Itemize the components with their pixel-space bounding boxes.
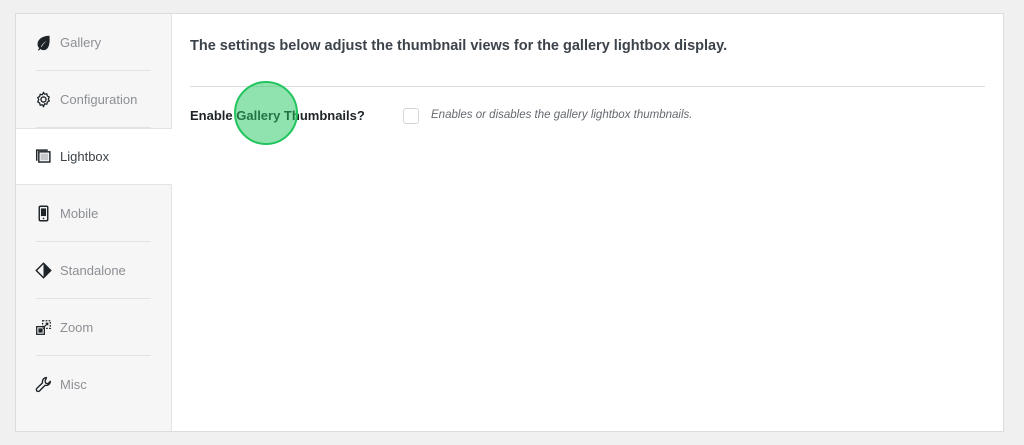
enable-gallery-thumbnails-checkbox[interactable] bbox=[403, 108, 419, 124]
sidebar-item-label: Mobile bbox=[60, 206, 99, 221]
settings-panel: Gallery Configuration Lightbox Mobile St… bbox=[15, 13, 1004, 432]
divider bbox=[190, 86, 985, 87]
settings-content: The settings below adjust the thumbnail … bbox=[172, 14, 1003, 431]
sidebar-item-label: Gallery bbox=[60, 35, 102, 50]
leaf-icon bbox=[34, 34, 52, 52]
settings-sidebar: Gallery Configuration Lightbox Mobile St… bbox=[16, 14, 172, 431]
sidebar-item-zoom[interactable]: Zoom bbox=[16, 299, 171, 356]
section-heading: The settings below adjust the thumbnail … bbox=[190, 38, 728, 54]
sidebar-item-label: Misc bbox=[60, 377, 87, 392]
sidebar-item-configuration[interactable]: Configuration bbox=[16, 71, 171, 128]
sidebar-item-label: Configuration bbox=[60, 92, 138, 107]
lightbox-icon bbox=[34, 148, 52, 166]
enable-gallery-thumbnails-label: Enable Gallery Thumbnails? bbox=[190, 108, 365, 123]
setting-description: Enables or disables the gallery lightbox… bbox=[431, 109, 693, 121]
sidebar-item-lightbox[interactable]: Lightbox bbox=[16, 128, 172, 185]
sidebar-item-label: Standalone bbox=[60, 263, 126, 278]
zoom-icon bbox=[34, 319, 52, 337]
diamond-icon bbox=[34, 262, 52, 280]
sidebar-item-mobile[interactable]: Mobile bbox=[16, 185, 171, 242]
sidebar-item-gallery[interactable]: Gallery bbox=[16, 14, 171, 71]
gear-icon bbox=[34, 91, 52, 109]
wrench-icon bbox=[34, 376, 52, 394]
mobile-icon bbox=[34, 205, 52, 223]
sidebar-item-standalone[interactable]: Standalone bbox=[16, 242, 171, 299]
sidebar-item-label: Zoom bbox=[60, 320, 94, 335]
sidebar-item-misc[interactable]: Misc bbox=[16, 356, 171, 413]
sidebar-item-label: Lightbox bbox=[60, 149, 110, 164]
